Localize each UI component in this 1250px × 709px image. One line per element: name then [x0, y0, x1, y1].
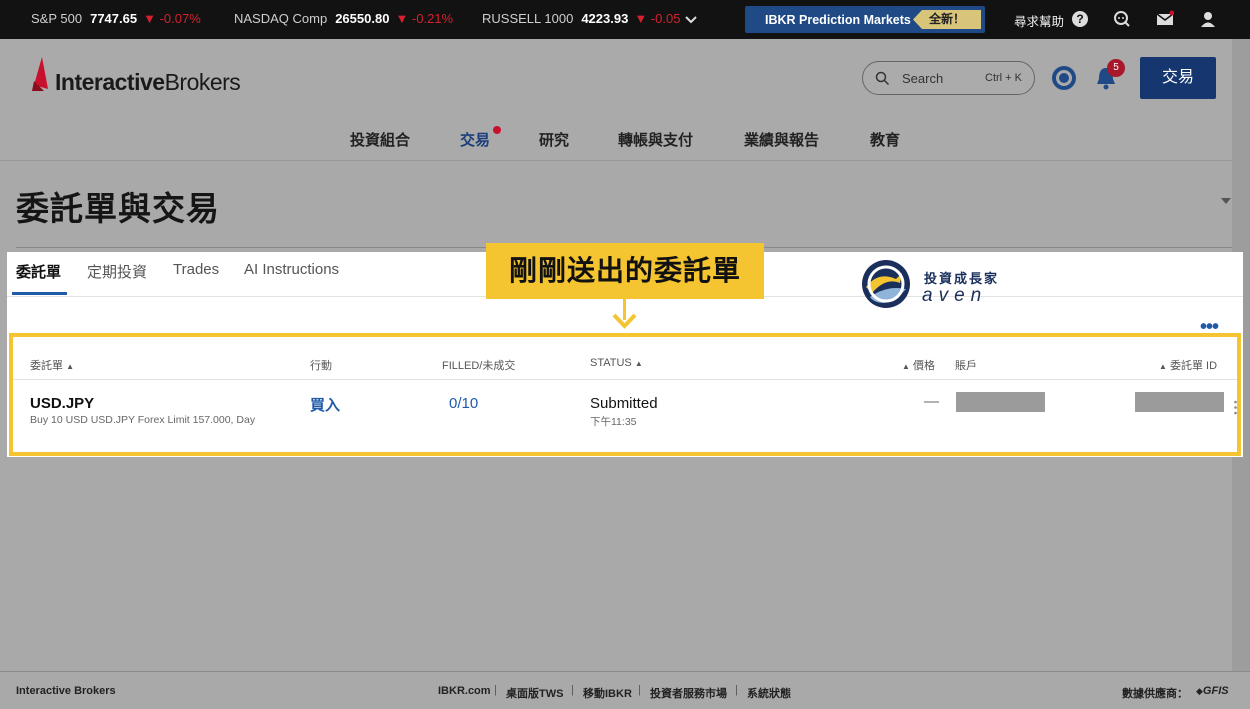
nav-research[interactable]: 研究: [539, 129, 569, 150]
page-title: 委託單與交易: [16, 190, 220, 227]
help-label: 尋求幫助: [1014, 15, 1065, 29]
ticker-sp500[interactable]: S&P 500 7747.65 ▼ -0.07%: [31, 11, 201, 26]
ticker-value: 4223.93: [581, 11, 629, 26]
tab-recurring[interactable]: 定期投資: [87, 261, 147, 282]
tab-ai-instructions[interactable]: AI Instructions: [244, 261, 339, 278]
order-id-redacted: [1135, 392, 1224, 412]
chat-icon[interactable]: [1113, 10, 1131, 28]
col-header-order[interactable]: 委託單 ▲: [30, 357, 74, 373]
nav-trade[interactable]: 交易: [460, 129, 490, 150]
new-badge: 全新！: [913, 10, 981, 29]
footer-separator: |: [735, 684, 738, 696]
ib-logo-text[interactable]: InteractiveBrokers: [55, 69, 241, 96]
header-label: 委託單: [30, 360, 63, 372]
logo-rest: Brokers: [164, 69, 241, 95]
account-redacted: [956, 392, 1045, 412]
app-header: [0, 39, 1232, 161]
header-label: STATUS: [590, 357, 632, 369]
assistant-icon[interactable]: [1050, 64, 1078, 92]
footer-link-marketplace[interactable]: 投資者服務市場: [650, 685, 727, 701]
col-header-filled[interactable]: FILLED/未成交: [442, 357, 515, 373]
sort-asc-icon: ▲: [1159, 362, 1167, 371]
tab-orders[interactable]: 委託單: [16, 261, 61, 282]
promo-label: IBKR Prediction Markets: [765, 13, 911, 27]
nav-transfer[interactable]: 轉帳與支付: [618, 129, 693, 150]
chevron-down-icon[interactable]: [684, 12, 698, 26]
footer-brand: Interactive Brokers: [16, 685, 116, 697]
order-description: Buy 10 USD USD.JPY Forex Limit 157.000, …: [30, 414, 256, 426]
page-footer: Interactive Brokers IBKR.com | 桌面版TWS | …: [0, 671, 1250, 709]
logo-bold: Interactive: [55, 69, 165, 95]
trade-button[interactable]: 交易: [1140, 57, 1216, 99]
footer-link-status[interactable]: 系統狀態: [747, 685, 791, 701]
col-header-order-id[interactable]: ▲ 委託單 ID: [1159, 357, 1217, 373]
header-label: 價格: [912, 360, 935, 372]
order-symbol[interactable]: USD.JPY: [30, 395, 94, 412]
nav-performance[interactable]: 業績與報告: [744, 129, 819, 150]
footer-link-ibkr[interactable]: IBKR.com: [438, 685, 491, 697]
arrow-down-icon: [612, 313, 637, 329]
help-link[interactable]: 尋求幫助: [1014, 11, 1064, 30]
search-input[interactable]: Search Ctrl + K: [862, 61, 1035, 95]
notification-count-badge: 5: [1107, 59, 1125, 77]
watermark-english: aven: [922, 285, 988, 306]
col-header-price[interactable]: ▲ 價格: [902, 357, 935, 373]
nav-portfolio[interactable]: 投資組合: [350, 129, 410, 150]
ib-logo-icon[interactable]: [30, 55, 52, 95]
order-action: 買入: [310, 397, 341, 414]
row-menu-icon[interactable]: [1234, 400, 1237, 415]
header-label: 委託單 ID: [1169, 360, 1218, 372]
ticker-change: ▼ -0.07%: [143, 11, 201, 26]
order-price: —: [924, 393, 939, 410]
search-shortcut: Ctrl + K: [985, 72, 1022, 84]
market-ticker-bar: S&P 500 7747.65 ▼ -0.07% NASDAQ Comp 26550.…: [0, 0, 1250, 39]
svg-text:?: ?: [1076, 12, 1083, 26]
prediction-markets-banner[interactable]: IBKR Prediction Markets 全新！: [745, 6, 985, 33]
question-icon[interactable]: ?: [1071, 10, 1089, 28]
ticker-name: NASDAQ Comp: [234, 11, 328, 26]
data-provider-label: 數據供應商：: [1122, 688, 1188, 700]
footer-separator: |: [638, 684, 641, 696]
collapse-arrow-icon[interactable]: [1221, 198, 1231, 204]
active-tab-indicator: [12, 292, 67, 295]
col-header-action[interactable]: 行動: [310, 357, 332, 373]
search-placeholder: Search: [902, 71, 944, 86]
search-icon: [875, 71, 890, 86]
tab-trades[interactable]: Trades: [173, 261, 219, 278]
ticker-value: 26550.80: [335, 11, 390, 26]
col-header-account[interactable]: 賬戶: [955, 357, 977, 373]
gfis-icon: ◆: [1196, 686, 1203, 696]
mail-icon[interactable]: [1156, 10, 1174, 28]
order-time: 下午11:35: [590, 416, 637, 428]
sort-asc-icon: ▲: [902, 362, 910, 371]
col-header-status[interactable]: STATUS ▲: [590, 357, 643, 369]
table-header-divider: [13, 379, 1237, 380]
ticker-value: 7747.65: [90, 11, 138, 26]
sort-asc-icon: ▲: [66, 362, 74, 371]
ticker-nasdaq[interactable]: NASDAQ Comp 26550.80 ▼ -0.21%: [234, 11, 453, 26]
user-icon[interactable]: [1199, 10, 1217, 28]
provider-name: GFIS: [1202, 685, 1229, 697]
ticker-russell[interactable]: RUSSELL 1000 4223.93 ▼ -0.05: [482, 11, 680, 26]
order-status: Submitted: [590, 395, 658, 412]
data-provider-logo[interactable]: ◆GFIS: [1196, 685, 1229, 697]
footer-separator: |: [571, 684, 574, 696]
ticker-change: ▼ -0.21%: [395, 11, 454, 26]
ticker-name: RUSSELL 1000: [482, 11, 574, 26]
annotation-callout: 剛剛送出的委託單: [486, 243, 764, 299]
footer-link-tws[interactable]: 桌面版TWS: [506, 685, 563, 701]
sort-asc-icon: ▲: [634, 359, 643, 368]
nav-trade-indicator: [493, 126, 501, 134]
aven-logo-icon: [862, 260, 910, 308]
footer-link-mobile[interactable]: 移動IBKR: [583, 685, 632, 701]
footer-separator: |: [494, 684, 497, 696]
ticker-change: ▼ -0.05: [634, 11, 681, 26]
ticker-name: S&P 500: [31, 11, 83, 26]
order-filled[interactable]: 0/10: [449, 395, 478, 412]
nav-education[interactable]: 教育: [870, 129, 900, 150]
